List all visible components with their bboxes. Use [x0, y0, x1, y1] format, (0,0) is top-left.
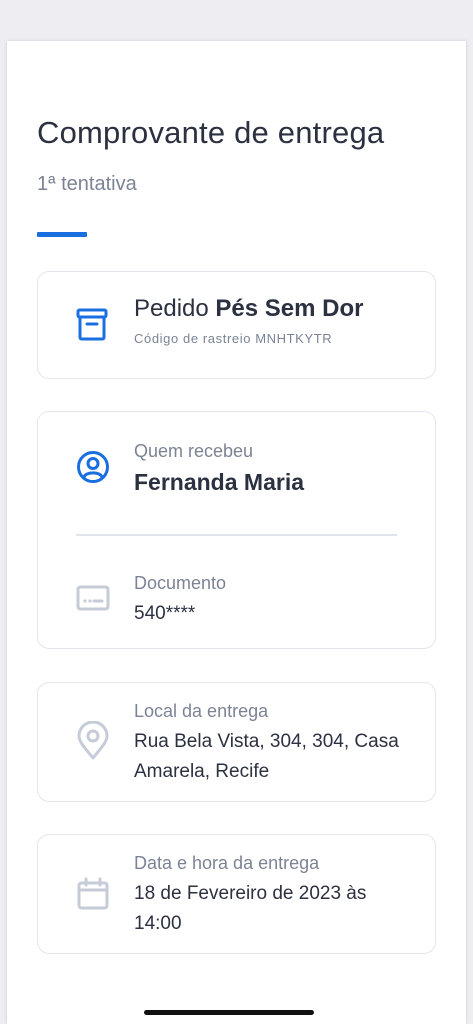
datetime-line1: 18 de Fevereiro de 2023 às	[134, 883, 367, 904]
id-card-icon	[76, 584, 110, 617]
receipt-sheet: Comprovante de entrega 1ª tentativa Pedi…	[7, 41, 466, 1024]
accent-bar	[37, 232, 87, 237]
location-label: Local da entrega	[134, 701, 269, 721]
location-line2: Amarela, Recife	[134, 761, 270, 782]
location-pin-icon	[76, 720, 110, 766]
user-circle-icon	[76, 450, 110, 489]
order-name: Pés Sem Dor	[215, 295, 364, 322]
location-line1: Rua Bela Vista, 304, 304, Casa	[134, 731, 399, 752]
card-divider	[76, 534, 397, 536]
datetime-line2: 14:00	[134, 913, 182, 934]
archive-box-icon	[76, 308, 108, 347]
datetime-label: Data e hora da entrega	[134, 853, 320, 873]
datetime-card: Data e hora da entrega 18 de Fevereiro d…	[37, 834, 436, 954]
document-label: Documento	[134, 573, 227, 593]
order-prefix: Pedido	[134, 295, 209, 322]
receiver-card: Quem recebeu Fernanda Maria Documento 54…	[37, 411, 436, 649]
home-indicator[interactable]	[144, 1010, 314, 1015]
calendar-icon	[76, 877, 110, 916]
order-card: Pedido Pés Sem Dor Código de rastreio MN…	[37, 271, 436, 379]
receiver-label: Quem recebeu	[134, 441, 254, 461]
document-value: 540****	[134, 603, 196, 624]
order-title: Pedido Pés Sem Dor	[134, 294, 363, 324]
receiver-name: Fernanda Maria	[134, 469, 304, 495]
attempt-subtitle: 1ª tentativa	[37, 173, 137, 195]
tracking-code: Código de rastreio MNHTKYTR	[134, 331, 333, 346]
location-card: Local da entrega Rua Bela Vista, 304, 30…	[37, 682, 436, 802]
page-title: Comprovante de entrega	[37, 115, 385, 150]
